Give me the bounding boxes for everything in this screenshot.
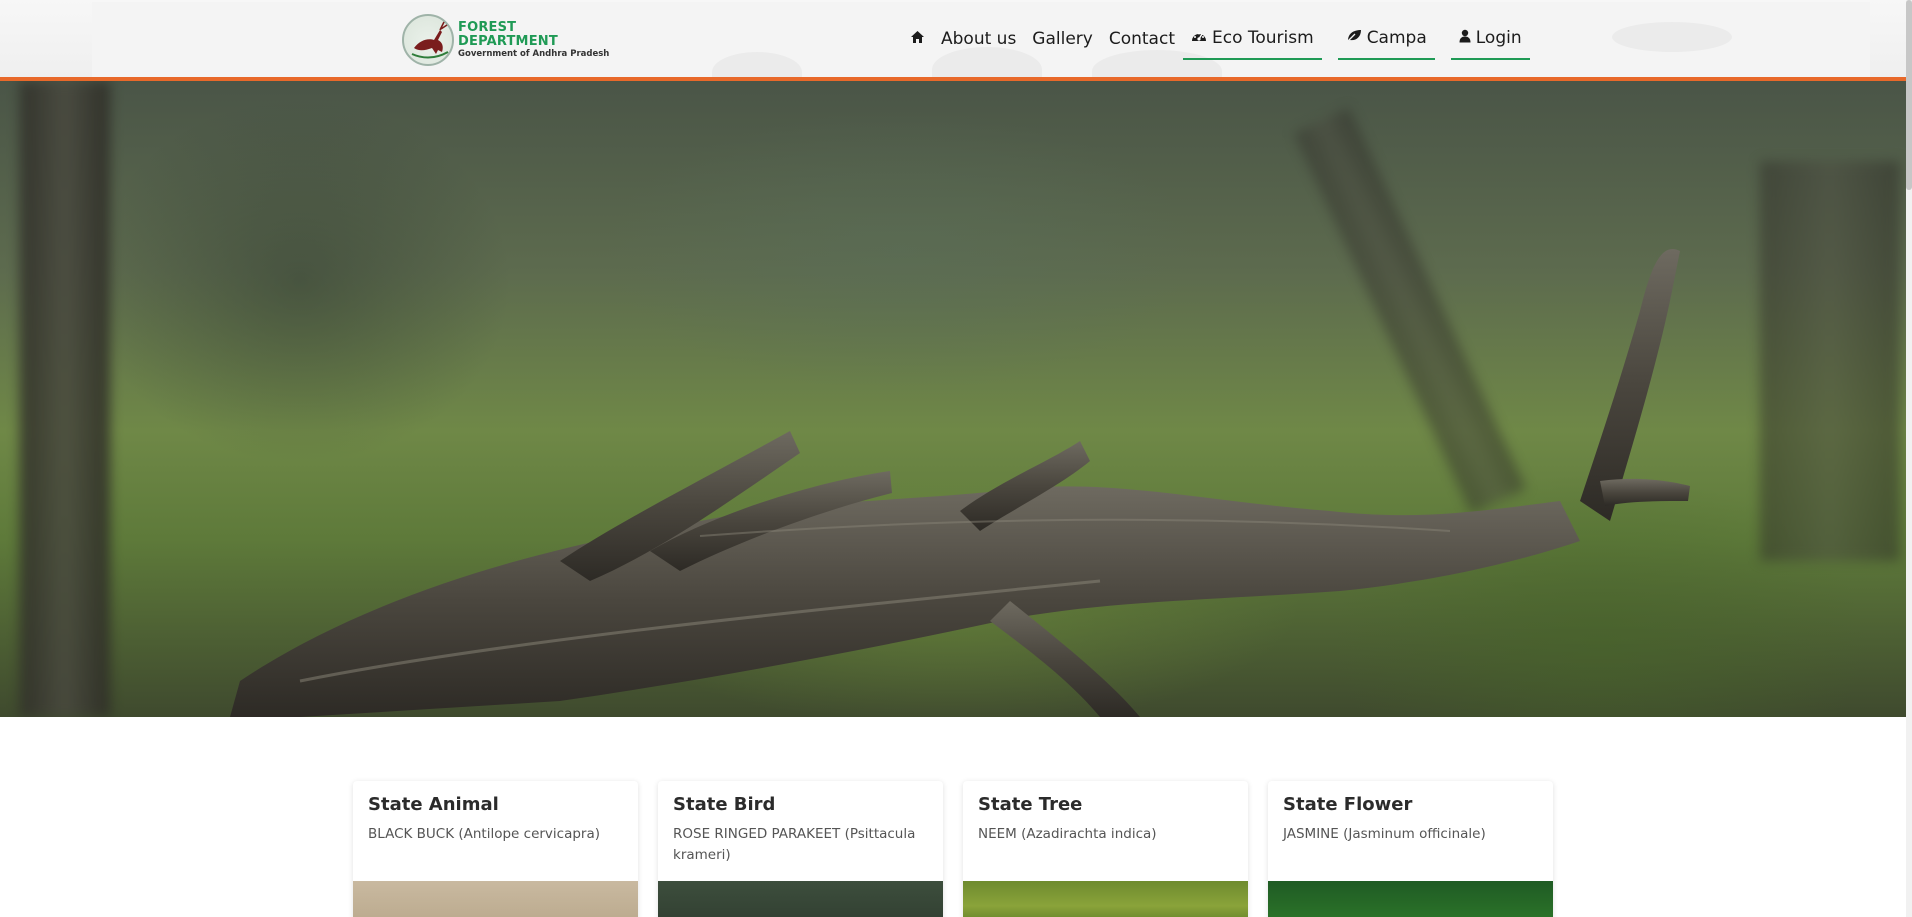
logo-text: FOREST DEPARTMENT Government of Andhra P…	[458, 19, 612, 60]
nav-contact-label: Contact	[1108, 29, 1175, 49]
main-nav: About us Gallery Contact Eco Tourism Cam…	[902, 18, 1530, 62]
nav-about-us[interactable]: About us	[933, 18, 1024, 60]
black-buck-photo	[353, 881, 638, 917]
state-animal-card[interactable]: State Animal BLACK BUCK (Antilope cervic…	[353, 781, 638, 917]
card-description: JASMINE (Jasminum officinale)	[1283, 826, 1486, 842]
logo-subtitle: Government of Andhra Pradesh	[458, 49, 610, 60]
nav-eco-tourism[interactable]: Eco Tourism	[1182, 18, 1322, 60]
logo-title: FOREST DEPARTMENT	[458, 19, 558, 49]
jasmine-photo	[1268, 881, 1553, 917]
scrollbar-thumb[interactable]	[1906, 0, 1912, 190]
nav-gallery-label: Gallery	[1032, 29, 1093, 49]
nav-campa-label: Campa	[1366, 28, 1427, 48]
deer-emblem-icon	[402, 14, 454, 66]
site-header: FOREST DEPARTMENT Government of Andhra P…	[0, 0, 1906, 81]
state-flower-card[interactable]: State Flower JASMINE (Jasminum officinal…	[1268, 781, 1553, 917]
nav-campa[interactable]: Campa	[1337, 18, 1435, 60]
page-scrollbar[interactable]	[1906, 0, 1912, 917]
state-tree-card[interactable]: State Tree NEEM (Azadirachta indica)	[963, 781, 1248, 917]
card-title: State Flower	[1283, 794, 1413, 815]
card-title: State Animal	[368, 794, 499, 815]
card-description: BLACK BUCK (Antilope cervicapra)	[368, 826, 601, 842]
parakeet-photo	[658, 881, 943, 917]
dashboard-icon	[1191, 29, 1207, 47]
nav-home[interactable]	[902, 18, 933, 60]
leaf-icon	[1346, 29, 1362, 47]
nav-login-label: Login	[1475, 28, 1522, 48]
card-description: ROSE RINGED PARAKEET (Psittacula krameri…	[673, 826, 916, 863]
neem-tree-photo	[963, 881, 1248, 917]
hero-banner	[0, 81, 1906, 717]
elephant-silhouette-decoration	[712, 52, 802, 77]
nav-login[interactable]: Login	[1450, 18, 1530, 60]
tree-silhouette-decoration	[1612, 22, 1732, 52]
nav-gallery[interactable]: Gallery	[1024, 18, 1101, 60]
card-title: State Tree	[978, 794, 1083, 815]
site-logo[interactable]: FOREST DEPARTMENT Government of Andhra P…	[402, 12, 612, 68]
home-icon	[910, 30, 925, 48]
card-title: State Bird	[673, 794, 776, 815]
user-icon	[1459, 29, 1471, 47]
nav-contact[interactable]: Contact	[1101, 18, 1183, 60]
nav-eco-tourism-label: Eco Tourism	[1211, 28, 1314, 48]
fallen-branch-photo	[230, 249, 1690, 717]
state-bird-card[interactable]: State Bird ROSE RINGED PARAKEET (Psittac…	[658, 781, 943, 917]
state-symbols-section: State Animal BLACK BUCK (Antilope cervic…	[353, 781, 1553, 917]
card-description: NEEM (Azadirachta indica)	[978, 826, 1157, 842]
nav-about-us-label: About us	[941, 29, 1017, 49]
